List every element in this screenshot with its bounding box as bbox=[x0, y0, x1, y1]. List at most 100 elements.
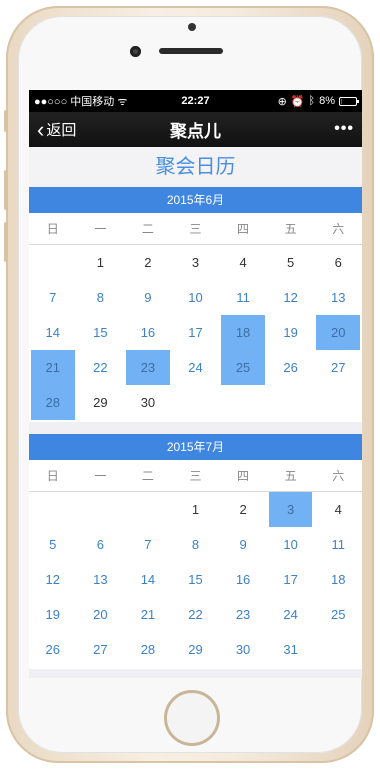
day-cell[interactable]: 21 bbox=[126, 597, 170, 632]
day-cell[interactable]: 5 bbox=[269, 245, 313, 280]
weekday-label: 五 bbox=[284, 222, 297, 236]
day-grid: 1 2 3 4 5 6 7 8 9 10 11 12 13 14 15 16 17 18 19 20 21 22 23 24 2… bbox=[29, 492, 362, 669]
earpiece-speaker bbox=[159, 48, 223, 54]
day-cell[interactable]: 27 bbox=[79, 632, 123, 667]
volume-down-button bbox=[4, 222, 8, 262]
day-cell[interactable]: 4 bbox=[221, 245, 265, 280]
month-calendar: 2015年6月日一二三四五六 1 2 3 4 5 6 7 8 9 10 11 12 13 14 15 16 17 1… bbox=[29, 187, 362, 422]
day-cell[interactable]: 1 bbox=[174, 492, 218, 527]
day-cell[interactable]: 2 bbox=[126, 245, 170, 280]
weekday-label: 一 bbox=[94, 222, 107, 236]
day-cell[interactable]: 12 bbox=[269, 280, 313, 315]
day-cell[interactable]: 16 bbox=[221, 562, 265, 597]
page-title: 聚会日历 bbox=[29, 147, 362, 187]
day-cell[interactable]: 6 bbox=[316, 245, 360, 280]
day-cell[interactable]: 8 bbox=[79, 280, 123, 315]
day-cell[interactable]: 18 bbox=[316, 562, 360, 597]
day-cell[interactable]: 15 bbox=[79, 315, 123, 350]
battery-icon bbox=[339, 96, 359, 106]
day-cell[interactable]: 12 bbox=[31, 562, 75, 597]
front-camera bbox=[130, 46, 141, 57]
day-cell[interactable]: 11 bbox=[316, 527, 360, 562]
empty-cell bbox=[29, 245, 77, 280]
day-cell[interactable]: 31 bbox=[269, 632, 313, 667]
day-cell-marked[interactable]: 3 bbox=[268, 492, 313, 527]
front-sensor bbox=[188, 23, 196, 31]
weekday-label: 四 bbox=[237, 469, 250, 483]
day-cell[interactable]: 17 bbox=[174, 315, 218, 350]
day-cell[interactable]: 28 bbox=[126, 632, 170, 667]
back-button[interactable]: ‹ 返回 bbox=[29, 116, 76, 142]
day-cell[interactable]: 9 bbox=[126, 280, 170, 315]
day-cell[interactable]: 22 bbox=[174, 597, 218, 632]
day-cell[interactable]: 16 bbox=[126, 315, 170, 350]
day-cell[interactable]: 3 bbox=[174, 245, 218, 280]
day-cell[interactable]: 19 bbox=[269, 315, 313, 350]
day-cell[interactable]: 14 bbox=[31, 315, 75, 350]
weekday-label: 六 bbox=[332, 222, 345, 236]
empty-cell bbox=[29, 492, 77, 527]
rotation-lock-icon: ⊕ bbox=[277, 95, 287, 108]
day-cell[interactable]: 2 bbox=[221, 492, 265, 527]
day-cell[interactable]: 19 bbox=[31, 597, 75, 632]
home-button[interactable] bbox=[164, 690, 220, 746]
day-cell[interactable]: 25 bbox=[316, 597, 360, 632]
day-cell[interactable]: 30 bbox=[221, 632, 265, 667]
day-cell[interactable]: 7 bbox=[31, 280, 75, 315]
calendar-months: 2015年6月日一二三四五六 1 2 3 4 5 6 7 8 9 10 11 12 13 14 15 16 17 1… bbox=[29, 187, 362, 669]
day-cell[interactable]: 29 bbox=[79, 385, 123, 420]
day-cell-marked[interactable]: 25 bbox=[221, 350, 265, 385]
chevron-left-icon: ‹ bbox=[37, 116, 45, 142]
day-cell[interactable]: 10 bbox=[269, 527, 313, 562]
status-right: ⊕ ⏰ ᛒ 8% bbox=[277, 95, 359, 108]
day-cell[interactable]: 24 bbox=[174, 350, 218, 385]
weekday-label: 一 bbox=[94, 469, 107, 483]
weekday-label: 日 bbox=[46, 469, 59, 483]
day-cell[interactable]: 23 bbox=[221, 597, 265, 632]
weekday-label: 三 bbox=[189, 222, 202, 236]
carrier-signal: ●●○○○ 中国移动 ᯤ bbox=[34, 96, 128, 108]
day-cell[interactable]: 1 bbox=[79, 245, 123, 280]
weekday-row: 日一二三四五六 bbox=[29, 460, 362, 492]
month-header: 2015年7月 bbox=[29, 434, 362, 460]
day-cell-marked[interactable]: 23 bbox=[126, 350, 170, 385]
empty-cell bbox=[124, 492, 172, 527]
day-cell[interactable]: 13 bbox=[79, 562, 123, 597]
nav-bar: ‹ 返回 聚点儿 ••• bbox=[29, 112, 362, 147]
month-calendar: 2015年7月日一二三四五六 1 2 3 4 5 6 7 8 9 10 11 12 13 14 15 16 17 1… bbox=[29, 434, 362, 669]
day-cell[interactable]: 24 bbox=[269, 597, 313, 632]
alarm-icon: ⏰ bbox=[290, 95, 305, 108]
day-cell-marked[interactable]: 18 bbox=[221, 315, 265, 350]
more-options-button[interactable]: ••• bbox=[334, 120, 354, 138]
month-gap bbox=[29, 422, 362, 434]
day-cell[interactable]: 20 bbox=[79, 597, 123, 632]
weekday-label: 日 bbox=[46, 222, 59, 236]
volume-up-button bbox=[4, 170, 8, 210]
day-cell[interactable]: 27 bbox=[316, 350, 360, 385]
day-cell[interactable]: 26 bbox=[269, 350, 313, 385]
weekday-label: 二 bbox=[141, 469, 154, 483]
day-cell[interactable]: 10 bbox=[174, 280, 218, 315]
day-cell[interactable]: 4 bbox=[316, 492, 360, 527]
bluetooth-icon: ᛒ bbox=[308, 95, 316, 107]
day-cell-marked[interactable]: 28 bbox=[31, 385, 75, 420]
month-header: 2015年6月 bbox=[29, 187, 362, 213]
battery-fill bbox=[341, 98, 342, 104]
weekday-row: 日一二三四五六 bbox=[29, 213, 362, 245]
day-cell-marked[interactable]: 21 bbox=[31, 350, 75, 385]
day-cell[interactable]: 7 bbox=[126, 527, 170, 562]
day-cell[interactable]: 5 bbox=[31, 527, 75, 562]
day-cell[interactable]: 15 bbox=[174, 562, 218, 597]
day-cell[interactable]: 14 bbox=[126, 562, 170, 597]
day-cell[interactable]: 30 bbox=[126, 385, 170, 420]
day-cell[interactable]: 9 bbox=[221, 527, 265, 562]
day-cell[interactable]: 13 bbox=[316, 280, 360, 315]
day-cell-marked[interactable]: 20 bbox=[316, 315, 360, 350]
day-cell[interactable]: 26 bbox=[31, 632, 75, 667]
day-cell[interactable]: 8 bbox=[174, 527, 218, 562]
day-cell[interactable]: 11 bbox=[221, 280, 265, 315]
day-cell[interactable]: 6 bbox=[79, 527, 123, 562]
day-cell[interactable]: 17 bbox=[269, 562, 313, 597]
day-cell[interactable]: 22 bbox=[79, 350, 123, 385]
day-cell[interactable]: 29 bbox=[174, 632, 218, 667]
